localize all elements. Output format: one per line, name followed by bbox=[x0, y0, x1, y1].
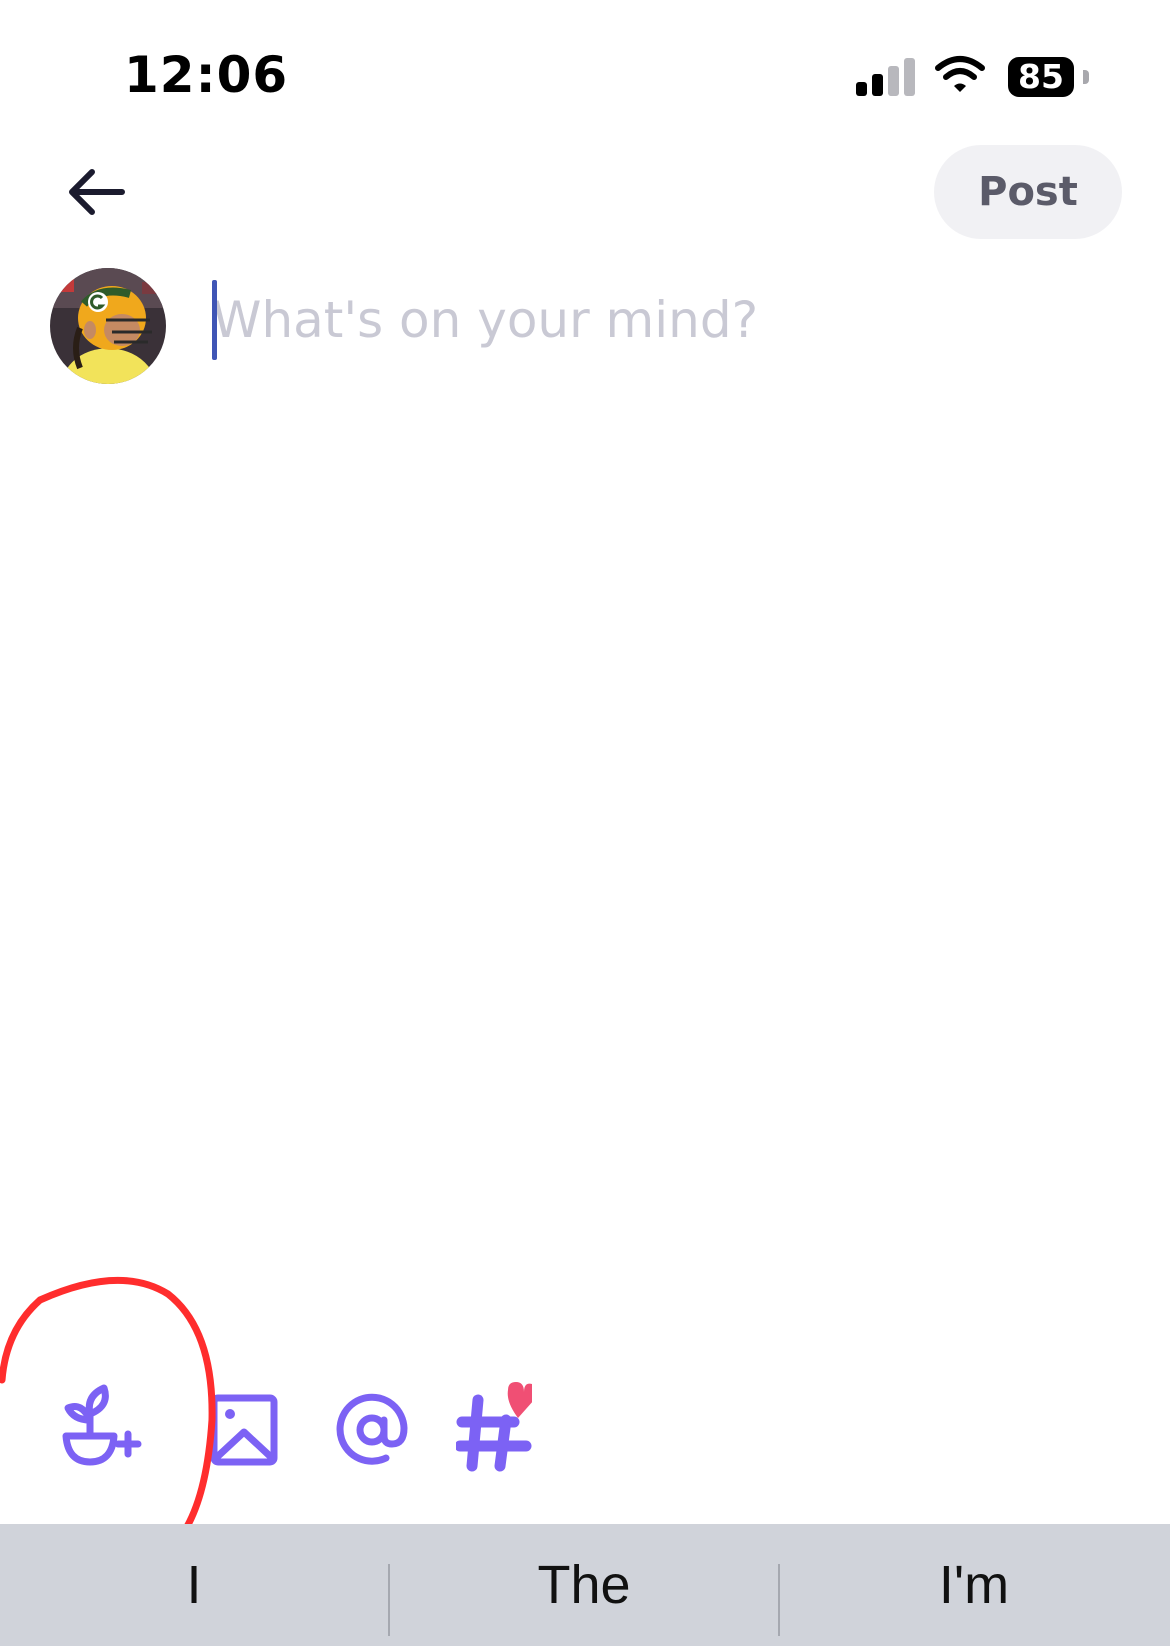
battery-cap bbox=[1083, 70, 1089, 84]
plant-plus-icon[interactable] bbox=[46, 1380, 146, 1480]
hashtag-heart-icon[interactable] bbox=[456, 1380, 532, 1480]
back-arrow-icon[interactable] bbox=[62, 160, 132, 224]
suggestion-the[interactable]: The bbox=[390, 1524, 778, 1646]
text-cursor bbox=[212, 280, 217, 360]
post-button[interactable]: Post bbox=[934, 145, 1122, 239]
post-text-input[interactable] bbox=[212, 280, 1112, 360]
battery-indicator: 85 bbox=[1008, 57, 1074, 97]
wifi-icon bbox=[935, 56, 985, 92]
at-sign-icon[interactable] bbox=[334, 1380, 410, 1480]
suggestion-i[interactable]: I bbox=[0, 1524, 388, 1646]
status-time: 12:06 bbox=[124, 46, 289, 104]
suggestion-im[interactable]: I'm bbox=[780, 1524, 1168, 1646]
keyboard-suggestion-bar: I The I'm bbox=[0, 1524, 1170, 1646]
image-icon[interactable] bbox=[208, 1380, 280, 1480]
post-composer bbox=[212, 280, 1112, 360]
status-bar: 12:06 85 bbox=[0, 0, 1170, 150]
cellular-signal-icon bbox=[856, 58, 916, 96]
user-avatar[interactable] bbox=[50, 268, 166, 384]
composer-toolbar bbox=[0, 1380, 1170, 1480]
